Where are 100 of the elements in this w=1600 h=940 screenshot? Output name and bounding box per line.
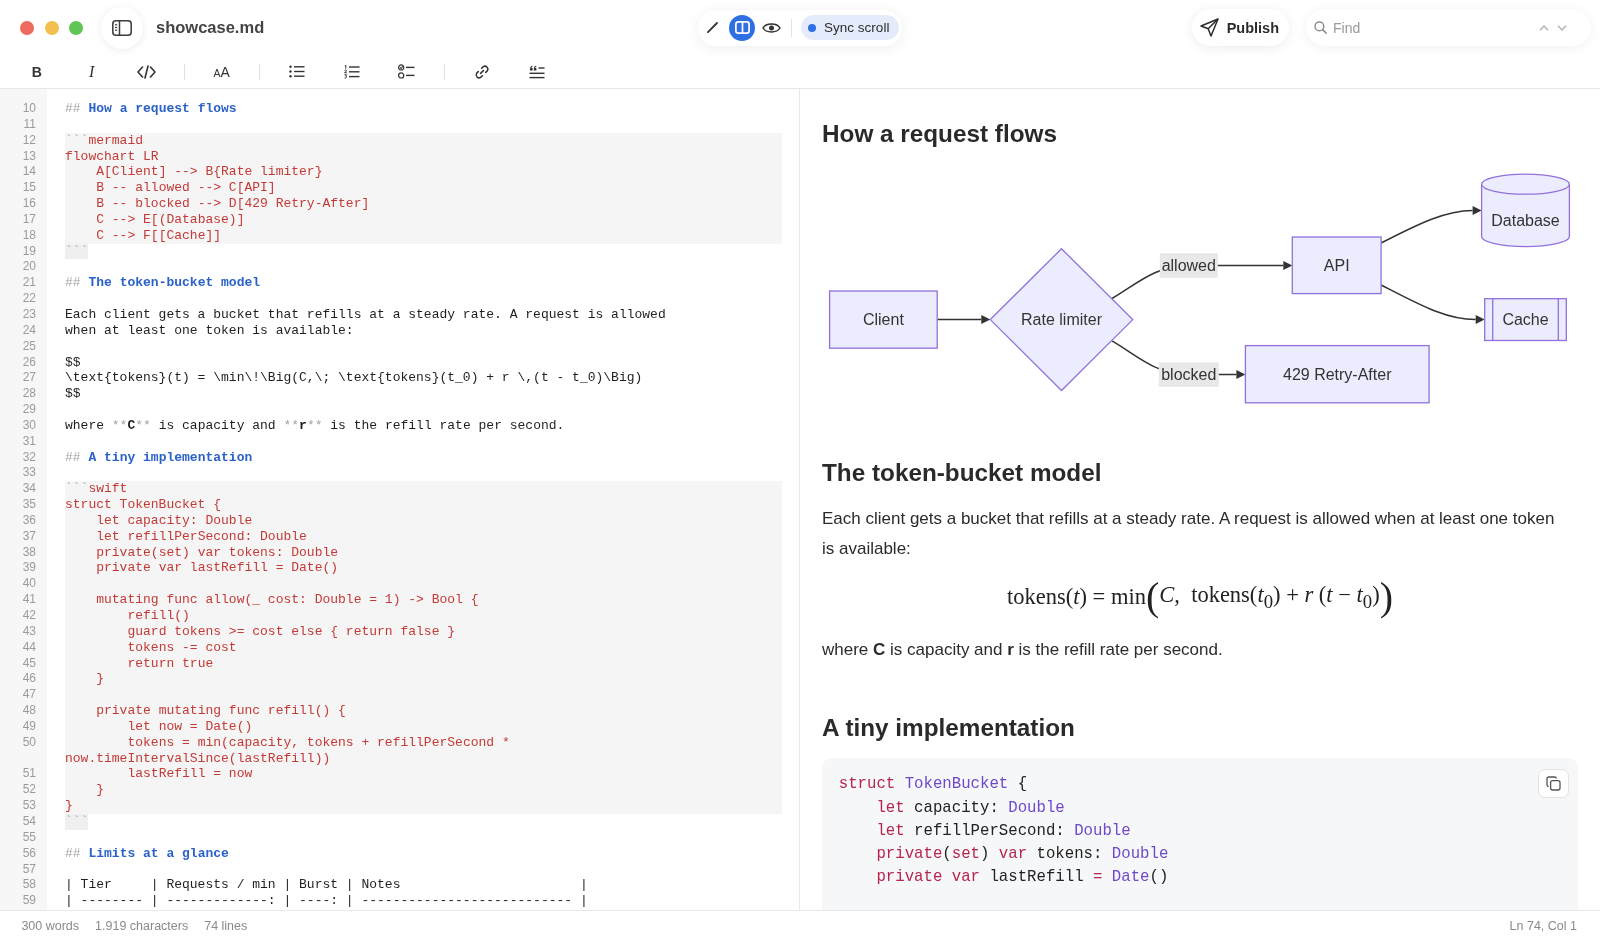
line-number: 41 (21, 592, 36, 608)
line-number: 51 (21, 766, 36, 783)
status-text: 300 words (21, 918, 80, 933)
eye-icon (762, 21, 782, 34)
line-number: 48 (21, 703, 36, 719)
editor-line: tokens -= cost (127, 639, 237, 655)
line-number: 44 (21, 639, 36, 656)
editor-line: \text{tokens}(t) = \min\!\Big(C,\; \text{tokens}(t_0) + r \,(t - t_0)\Big) (65, 370, 643, 386)
arrow-connector (936, 314, 991, 324)
send-icon (1199, 18, 1219, 37)
split-view-icon (734, 21, 750, 34)
line-number: 33 (21, 465, 36, 482)
editor-line: B -- blocked --> D[429 Retry-After] (96, 196, 370, 212)
flowchart-node: Client (828, 289, 938, 349)
status-text: 74 lines (204, 918, 248, 933)
status-text: 1.919 characters (95, 918, 189, 933)
editor-line: ```mermaid (65, 132, 143, 148)
editor-line: ## Limits at a glance (65, 845, 229, 861)
line-number: 49 (21, 718, 36, 735)
line-number: 38 (21, 544, 36, 561)
window-title: showcase.md (156, 18, 265, 37)
line-number: 29 (21, 402, 36, 418)
section-heading: A tiny implementation (822, 712, 1076, 743)
editor-line: private(set) var tokens: Double (96, 544, 339, 560)
link-icon (473, 63, 490, 80)
editor-line: private mutating func refill() { (96, 703, 346, 719)
line-number: 30 (21, 417, 36, 434)
code-line: let refillPerSecond: Double (876, 821, 1131, 840)
code-icon (137, 64, 157, 79)
editor-line: let capacity: Double (96, 512, 253, 528)
text-size-button[interactable]: AA (206, 58, 237, 85)
code-line: private var lastRefill = Date() (876, 868, 1169, 887)
editor-line: C --> E[(Database)] (96, 211, 245, 227)
editor-line: A[Client] --> B{Rate limiter} (96, 164, 323, 180)
line-number: 14 (21, 164, 36, 181)
line-number: 36 (21, 512, 36, 529)
line-number: 45 (21, 655, 36, 672)
window-close-icon[interactable] (20, 20, 34, 35)
line-number: 24 (21, 322, 36, 339)
line-number: 13 (21, 148, 36, 165)
publish-button[interactable]: Publish (1191, 9, 1289, 46)
italic-button[interactable]: I (76, 58, 107, 85)
line-number: 50 (21, 734, 36, 751)
editor-line: ## The token-bucket model (65, 275, 261, 291)
line-number: 43 (21, 623, 36, 640)
copy-button[interactable] (1538, 768, 1569, 798)
sync-scroll-toggle[interactable]: Sync scroll (800, 15, 900, 40)
editor-line: where **C** is capacity and **r** is the refill rate per second. (65, 417, 565, 433)
line-number: 52 (21, 782, 36, 799)
code-line: private(set) var tokens: Double (876, 845, 1169, 863)
line-number: 31 (21, 433, 36, 450)
cylinder-node: Database (1480, 173, 1571, 247)
line-number: 23 (21, 306, 36, 323)
split-view-button[interactable] (729, 14, 756, 41)
flowchart-node: 429 Retry-After (1244, 344, 1430, 404)
bold-button[interactable]: B (21, 58, 52, 85)
line-number: 53 (21, 798, 36, 814)
search-field[interactable]: Find (1333, 19, 1533, 36)
editor-line: $$ (65, 354, 81, 370)
editor-line: let refillPerSecond: Double (96, 528, 307, 544)
line-number: 27 (21, 370, 36, 387)
editor-line: B -- allowed --> C[API] (96, 180, 276, 196)
editor-line: | Tier | Requests / min | Burst | Notes | (65, 877, 588, 893)
line-number: 25 (21, 338, 36, 355)
paragraph: Each client gets a bucket that refills at a steady rate. A request is allowed when at least one token is available: (822, 508, 1556, 561)
subroutine-node: Cache (1484, 297, 1567, 341)
decision-node: Rate limiter (989, 247, 1134, 391)
editor-line: } (65, 798, 73, 814)
pencil-icon (706, 21, 720, 34)
line-number: 16 (21, 196, 36, 212)
line-number: 26 (21, 354, 36, 371)
bullet-list-icon (288, 65, 305, 78)
editor-line: struct TokenBucket { (65, 497, 222, 513)
line-number: 19 (21, 243, 36, 260)
line-number: 54 (21, 813, 36, 830)
line-number: 57 (21, 861, 36, 878)
editor-line: tokens = min(capacity, tokens + refillPerSecond * now.timeIntervalSince(lastRefill)) (65, 734, 511, 766)
editor-line: let now = Date() (127, 718, 253, 734)
numbered-list-icon (343, 64, 360, 79)
quote-icon (528, 64, 545, 79)
code-line: struct TokenBucket { (838, 775, 1028, 794)
editor-line: return true (127, 655, 214, 671)
editor-line: Each client gets a bucket that refills at a steady rate. A request is allowed (65, 306, 666, 322)
search-icon (1314, 21, 1327, 34)
copy-icon (1546, 775, 1561, 791)
editor-line: C --> F[[Cache]] (96, 227, 222, 243)
code-line: let capacity: Double (876, 798, 1065, 817)
line-number: 42 (21, 608, 36, 624)
line-number: 12 (21, 132, 36, 149)
line-number: 40 (21, 576, 36, 593)
edge-label: allowed (1159, 252, 1218, 278)
dot-icon (808, 23, 817, 32)
line-number: 10 (21, 101, 36, 117)
sidebar-icon (112, 19, 132, 36)
line-number: 28 (21, 386, 36, 403)
line-number: 11 (22, 116, 36, 133)
line-number: 35 (21, 497, 36, 513)
editor-line: lastRefill = now (127, 766, 253, 782)
flowchart-node: API (1291, 235, 1382, 294)
sidebar-toggle-button[interactable] (101, 6, 143, 49)
